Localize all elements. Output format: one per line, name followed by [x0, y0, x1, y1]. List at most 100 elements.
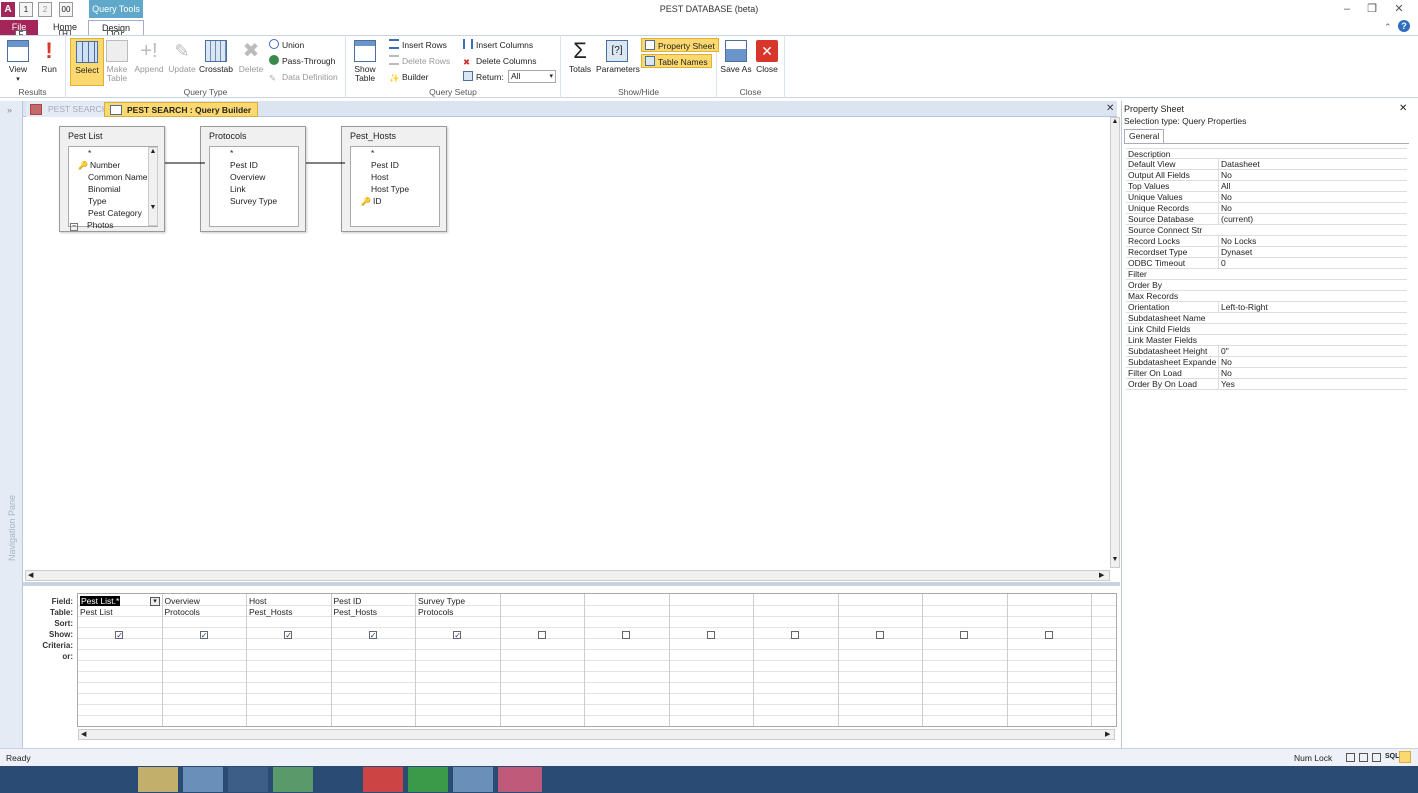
grid-column[interactable] [1008, 594, 1092, 726]
table-pest-hosts-title[interactable]: Pest_Hosts [342, 127, 446, 145]
show-checkbox[interactable] [791, 631, 800, 639]
field-item[interactable]: − Photos [69, 219, 157, 231]
property-value[interactable]: 0 [1218, 258, 1408, 269]
table-protocols-title[interactable]: Protocols [201, 127, 305, 145]
property-row[interactable]: Description [1126, 148, 1407, 159]
property-row[interactable]: Output All Fields No [1126, 170, 1407, 181]
grid-field-cell[interactable]: Overview [165, 596, 200, 606]
taskbar-access-icon[interactable] [498, 767, 542, 792]
minimize-icon[interactable]: – [1338, 2, 1356, 16]
taskbar-app-icon[interactable] [363, 767, 403, 792]
field-item[interactable]: Pest Category [69, 207, 157, 219]
insert-columns-button[interactable]: Insert Columns [463, 38, 533, 52]
scroll-down-icon[interactable]: ▼ [149, 204, 157, 211]
property-row[interactable]: Order By [1126, 280, 1407, 291]
scroll-left-icon[interactable]: ◀ [81, 730, 86, 738]
grid-column[interactable] [585, 594, 670, 726]
property-value[interactable]: Dynaset [1218, 247, 1408, 258]
property-value[interactable]: Datasheet [1218, 159, 1408, 170]
taskbar-explorer-icon[interactable] [138, 767, 178, 792]
field-item[interactable]: Binomial [69, 183, 157, 195]
show-checkbox[interactable] [622, 631, 631, 639]
field-item[interactable]: Host Type [351, 183, 439, 195]
property-value[interactable]: No [1218, 192, 1408, 203]
table-area[interactable] [23, 117, 1110, 568]
upper-horizontal-scrollbar[interactable]: ◀ ▶ [25, 570, 1110, 581]
restore-icon[interactable]: ❐ [1363, 2, 1381, 16]
datasheet-view-icon[interactable] [1346, 753, 1355, 762]
property-row[interactable]: Top Values All [1126, 181, 1407, 192]
property-row[interactable]: Source Connect Str [1126, 225, 1407, 236]
data-definition-button[interactable]: ✎ Data Definition [269, 70, 338, 84]
property-row[interactable]: Link Child Fields [1126, 324, 1407, 335]
field-dropdown-icon[interactable]: ▾ [150, 597, 160, 606]
grid-column-divider[interactable] [1091, 594, 1092, 726]
tab-general[interactable]: General [1124, 129, 1165, 143]
field-item[interactable]: Survey Type [210, 195, 298, 207]
collapse-icon[interactable]: − [70, 223, 78, 231]
upper-vertical-scrollbar[interactable]: ▲ ▼ [1110, 117, 1120, 568]
property-row[interactable]: Source Database (current) [1126, 214, 1407, 225]
field-item[interactable]: Link [210, 183, 298, 195]
delete-rows-button[interactable]: Delete Rows [389, 54, 450, 68]
show-checkbox[interactable]: ✓ [199, 631, 208, 640]
close-property-sheet-icon[interactable]: ✕ [1399, 103, 1407, 114]
show-checkbox[interactable] [960, 631, 969, 639]
taskbar-app-icon[interactable] [273, 767, 313, 792]
property-row[interactable]: ODBC Timeout 0 [1126, 258, 1407, 269]
grid-column[interactable]: Overview Protocols ✓ [163, 594, 247, 726]
totals-button[interactable]: Σ Totals [563, 38, 597, 84]
property-value[interactable]: All [1218, 181, 1408, 192]
table-names-button[interactable]: Table Names [641, 54, 712, 68]
property-value[interactable]: (current) [1218, 214, 1408, 225]
doc-tab-pest-search[interactable]: PEST SEARCH [26, 102, 114, 117]
make-table-button[interactable]: Make Table [100, 38, 134, 84]
select-button[interactable]: Select [70, 38, 104, 86]
field-item[interactable]: * [351, 147, 439, 159]
table-scrollbar[interactable]: ▲ ▼ [148, 147, 158, 226]
property-row[interactable]: Link Master Fields [1126, 335, 1407, 346]
table-protocols[interactable]: Protocols * Pest ID Overview Link Survey… [200, 126, 306, 232]
taskbar-app-icon[interactable] [453, 767, 493, 792]
grid-horizontal-scrollbar[interactable]: ◀ ▶ [78, 729, 1115, 740]
grid-column[interactable] [839, 594, 923, 726]
scroll-up-icon[interactable]: ▲ [1111, 118, 1119, 125]
property-row[interactable]: Unique Values No [1126, 192, 1407, 203]
grid-table-cell[interactable]: Protocols [165, 607, 200, 617]
grid-table-cell[interactable]: Protocols [418, 607, 453, 617]
grid-table-cell[interactable]: Pest_Hosts [334, 607, 377, 617]
scroll-up-icon[interactable]: ▲ [149, 148, 157, 155]
close-query-button[interactable]: ✕ Close [750, 38, 784, 84]
field-item[interactable]: 🔑 ID [351, 195, 439, 207]
taskbar-app-icon[interactable] [408, 767, 448, 792]
grid-column[interactable] [754, 594, 839, 726]
grid-column[interactable] [670, 594, 754, 726]
property-row[interactable]: Filter On Load No [1126, 368, 1407, 379]
property-row[interactable]: Max Records [1126, 291, 1407, 302]
show-checkbox[interactable] [706, 631, 715, 639]
show-checkbox[interactable]: ✓ [368, 631, 377, 640]
update-button[interactable]: ✎ Update [165, 38, 199, 84]
grid-field-cell[interactable]: Survey Type [418, 596, 465, 606]
pivotchart-view-icon[interactable] [1372, 753, 1381, 762]
scroll-down-icon[interactable]: ▼ [1111, 556, 1119, 563]
close-document-icon[interactable]: ✕ [1106, 103, 1114, 114]
view-button[interactable]: View ▾ [1, 38, 35, 84]
pass-through-button[interactable]: Pass-Through [269, 54, 335, 68]
show-table-button[interactable]: Show Table [348, 38, 382, 84]
property-value[interactable]: 0" [1218, 346, 1408, 357]
return-select[interactable]: All ▾ [508, 70, 556, 83]
grid-column[interactable]: Survey Type Protocols ✓ [416, 594, 501, 726]
field-item[interactable]: Host [351, 171, 439, 183]
property-value[interactable]: Yes [1218, 379, 1408, 390]
taskbar-app-icon[interactable] [228, 767, 268, 792]
property-row[interactable]: Subdatasheet Name [1126, 313, 1407, 324]
help-icon[interactable]: ? [1398, 20, 1410, 32]
property-sheet-button[interactable]: Property Sheet [641, 38, 719, 52]
scroll-left-icon[interactable]: ◀ [28, 571, 33, 579]
property-value[interactable]: No [1218, 203, 1408, 214]
property-value[interactable]: No Locks [1218, 236, 1408, 247]
show-checkbox[interactable] [537, 631, 546, 639]
property-row[interactable]: Order By On Load Yes [1126, 379, 1407, 390]
grid-table-cell[interactable]: Pest_Hosts [249, 607, 292, 617]
